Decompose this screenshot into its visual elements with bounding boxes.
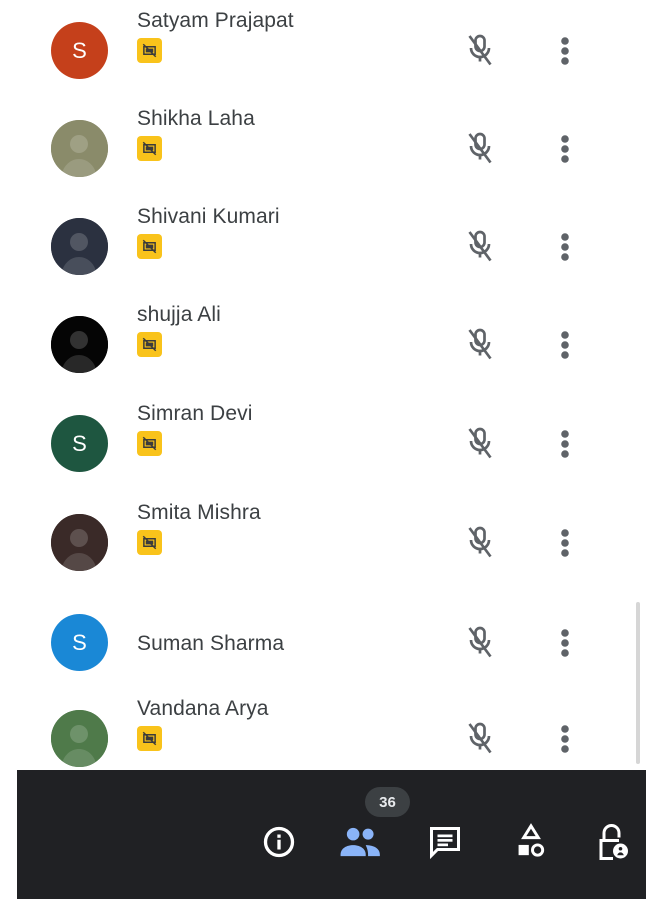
participant-name: Simran Devi: [137, 402, 253, 425]
mic-off-icon[interactable]: [462, 31, 498, 71]
mic-off-icon[interactable]: [462, 523, 498, 563]
more-vert-icon[interactable]: [557, 129, 573, 169]
avatar: [51, 514, 108, 571]
avatar: [51, 316, 108, 373]
participant-name: Satyam Prajapat: [137, 9, 294, 32]
mic-off-icon[interactable]: [462, 129, 498, 169]
participant-name: Shikha Laha: [137, 107, 255, 130]
presenting-badge-icon: [137, 332, 162, 357]
more-vert-icon[interactable]: [557, 31, 573, 71]
avatar: [51, 218, 108, 275]
avatar-initial: S: [72, 430, 87, 456]
avatar: S: [51, 415, 108, 472]
more-vert-icon[interactable]: [557, 227, 573, 267]
participant-row[interactable]: S Simran Devi: [17, 381, 642, 479]
presenting-badge-icon: [137, 431, 162, 456]
participant-name: Vandana Arya: [137, 697, 269, 720]
participants-panel: S Satyam Prajapat Shikha Laha Shivani Kumar…: [17, 0, 642, 770]
participant-row[interactable]: shujja Ali: [17, 282, 642, 380]
more-vert-icon[interactable]: [557, 325, 573, 365]
mic-off-icon[interactable]: [462, 719, 498, 759]
more-vert-icon[interactable]: [557, 424, 573, 464]
avatar: S: [51, 614, 108, 671]
participant-name: shujja Ali: [137, 303, 221, 326]
participant-row[interactable]: Shikha Laha: [17, 86, 642, 184]
avatar-initial: S: [72, 37, 87, 63]
participant-name: Suman Sharma: [137, 632, 285, 655]
participant-name: Shivani Kumari: [137, 205, 280, 228]
participant-row[interactable]: Smita Mishra: [17, 480, 642, 578]
mic-off-icon[interactable]: [462, 623, 498, 663]
presenting-badge-icon: [137, 136, 162, 161]
bottom-control-bar: 36: [17, 770, 646, 899]
activities-icon[interactable]: [509, 820, 553, 864]
people-count-badge: 36: [365, 787, 410, 817]
avatar: [51, 710, 108, 767]
mic-off-icon[interactable]: [462, 227, 498, 267]
participant-row[interactable]: S Satyam Prajapat: [17, 0, 642, 86]
panel-scrollbar[interactable]: [636, 602, 640, 764]
presenting-badge-icon: [137, 726, 162, 751]
mic-off-icon[interactable]: [462, 325, 498, 365]
participant-name: Smita Mishra: [137, 501, 261, 524]
info-icon[interactable]: [257, 820, 301, 864]
participant-row[interactable]: Vandana Arya: [17, 676, 642, 770]
participant-row[interactable]: S Suman Sharma: [17, 580, 642, 678]
participant-row[interactable]: Shivani Kumari: [17, 184, 642, 282]
avatar: S: [51, 22, 108, 79]
avatar: [51, 120, 108, 177]
presenting-badge-icon: [137, 234, 162, 259]
more-vert-icon[interactable]: [557, 719, 573, 759]
chat-icon[interactable]: [423, 820, 467, 864]
avatar-initial: S: [72, 629, 87, 655]
more-vert-icon[interactable]: [557, 523, 573, 563]
people-icon[interactable]: [339, 820, 383, 864]
presenting-badge-icon: [137, 38, 162, 63]
presenting-badge-icon: [137, 530, 162, 555]
mic-off-icon[interactable]: [462, 424, 498, 464]
host-controls-icon[interactable]: [591, 820, 635, 864]
more-vert-icon[interactable]: [557, 623, 573, 663]
